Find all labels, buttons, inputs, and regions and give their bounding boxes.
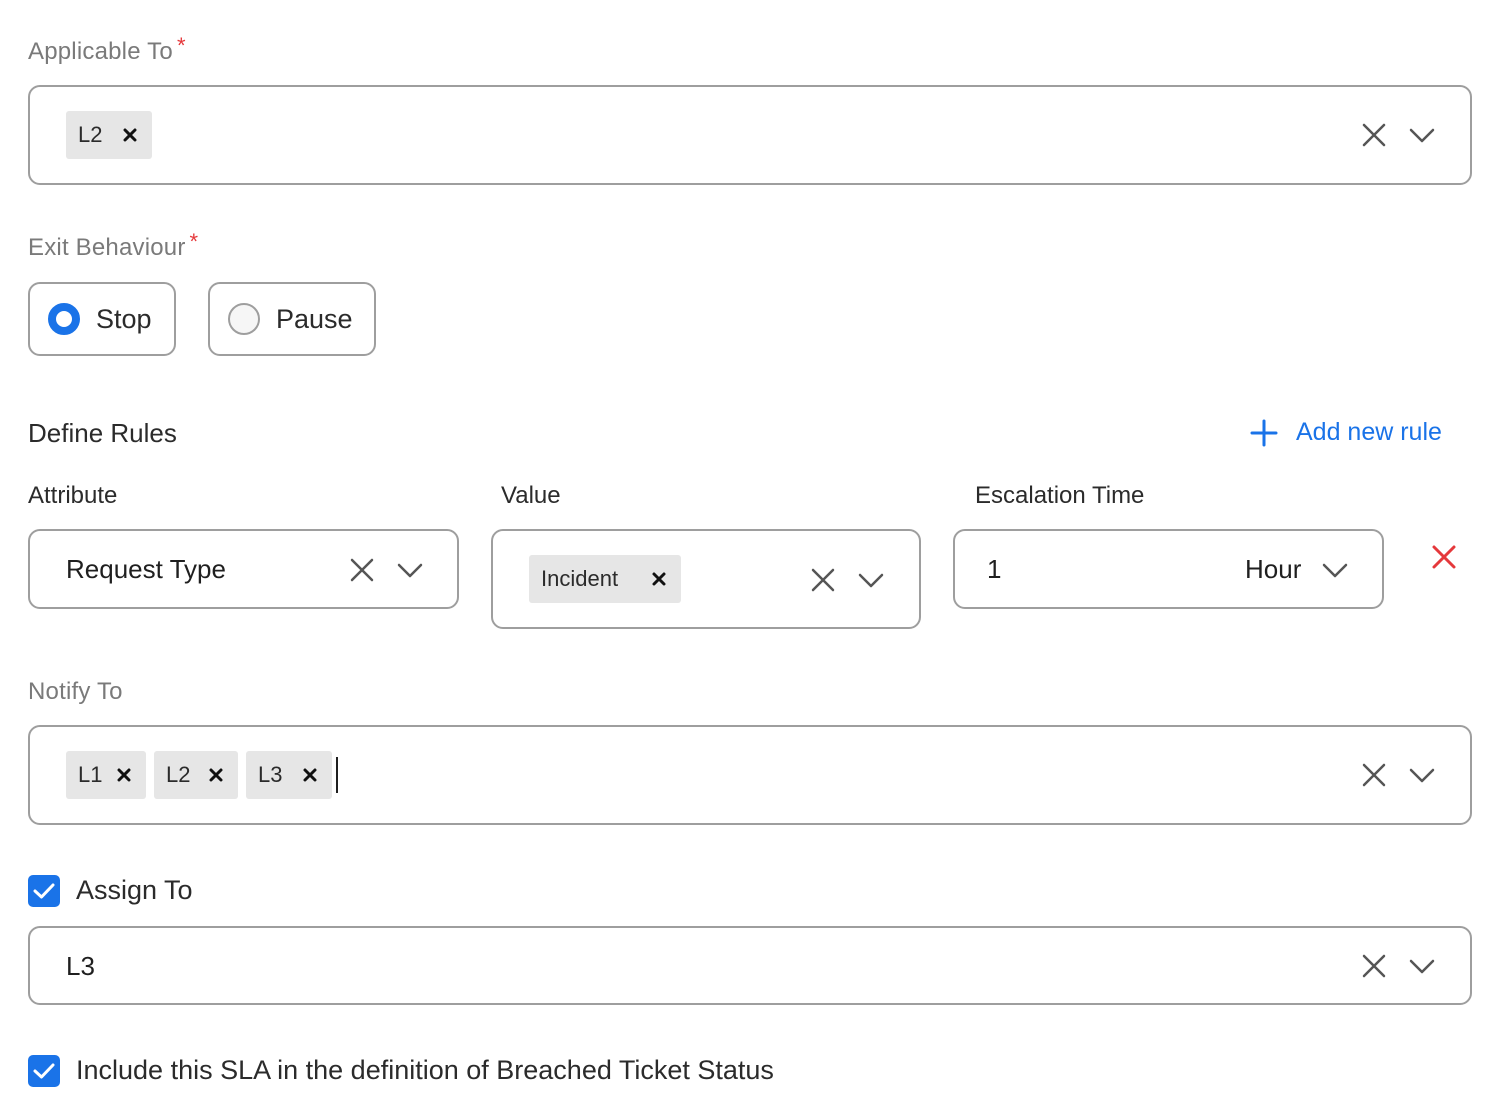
escalation-time-field[interactable]: 1 Hour — [953, 529, 1384, 609]
clear-icon[interactable] — [1360, 121, 1388, 149]
radio-pause-label: Pause — [276, 304, 353, 334]
notify-chip-l2: L2 — [154, 751, 238, 799]
clear-icon[interactable] — [1360, 952, 1388, 980]
radio-unselected-indicator — [228, 303, 260, 335]
exit-behaviour-label: Exit Behaviour * — [28, 229, 198, 262]
required-asterisk: * — [189, 229, 199, 254]
notify-chip-l1: L1 — [66, 751, 146, 799]
include-sla-label: Include this SLA in the definition of Br… — [76, 1055, 774, 1085]
delete-rule-icon[interactable] — [1430, 543, 1458, 571]
value-select[interactable]: Incident — [491, 529, 921, 629]
radio-stop-label: Stop — [96, 304, 152, 334]
chip-remove-icon[interactable] — [114, 765, 134, 785]
applicable-chip-l2: L2 — [66, 111, 152, 159]
check-icon — [33, 883, 55, 899]
chevron-down-icon[interactable] — [857, 566, 885, 594]
chevron-down-icon[interactable] — [1408, 952, 1436, 980]
chip-remove-icon[interactable] — [206, 765, 226, 785]
value-column-label: Value — [501, 482, 561, 509]
chevron-down-icon[interactable] — [396, 556, 424, 584]
clear-icon[interactable] — [348, 556, 376, 584]
notify-chip-l3: L3 — [246, 751, 332, 799]
exit-behaviour-label-text: Exit Behaviour — [28, 234, 186, 261]
notify-to-label: Notify To — [28, 678, 123, 705]
chip-label: Incident — [541, 566, 619, 591]
chip-remove-icon[interactable] — [649, 569, 669, 589]
clear-icon[interactable] — [809, 566, 837, 594]
plus-icon — [1250, 419, 1278, 446]
chip-label: L2 — [166, 762, 191, 787]
chevron-down-icon[interactable] — [1408, 761, 1436, 789]
chip-label: L1 — [78, 762, 103, 787]
chevron-down-icon[interactable] — [1321, 556, 1349, 584]
radio-stop[interactable]: Stop — [28, 282, 176, 356]
chip-remove-icon[interactable] — [300, 765, 320, 785]
check-icon — [33, 1063, 55, 1079]
clear-icon[interactable] — [1360, 761, 1388, 789]
attribute-column-label: Attribute — [28, 482, 118, 509]
assign-to-label: Assign To — [76, 875, 193, 905]
attribute-select[interactable]: Request Type — [28, 529, 459, 609]
value-chip-incident: Incident — [529, 555, 681, 603]
escalation-time-input[interactable]: 1 — [987, 554, 1001, 585]
chip-label: L2 — [78, 122, 103, 147]
chevron-down-icon[interactable] — [1408, 121, 1436, 149]
escalation-time-column-label: Escalation Time — [975, 482, 1145, 509]
assign-to-select[interactable]: L3 — [28, 926, 1472, 1005]
required-asterisk: * — [176, 33, 186, 58]
define-rules-title: Define Rules — [28, 418, 177, 448]
applicable-to-select[interactable]: L2 — [28, 85, 1472, 185]
applicable-to-label-text: Applicable To — [28, 38, 173, 65]
applicable-to-label: Applicable To * — [28, 33, 186, 66]
notify-to-select[interactable]: L1 L2 L3 — [28, 725, 1472, 825]
radio-selected-indicator — [48, 303, 80, 335]
add-new-rule-label: Add new rule — [1296, 418, 1442, 446]
chip-remove-icon[interactable] — [120, 125, 140, 145]
add-new-rule-button[interactable]: Add new rule — [1250, 418, 1442, 447]
assign-to-value: L3 — [66, 951, 95, 981]
text-cursor — [336, 757, 338, 793]
time-unit-select[interactable]: Hour — [1245, 554, 1301, 585]
radio-pause[interactable]: Pause — [208, 282, 376, 356]
attribute-value: Request Type — [66, 554, 226, 584]
include-sla-checkbox[interactable] — [28, 1055, 60, 1087]
chip-label: L3 — [258, 762, 283, 787]
assign-to-checkbox[interactable] — [28, 875, 60, 907]
